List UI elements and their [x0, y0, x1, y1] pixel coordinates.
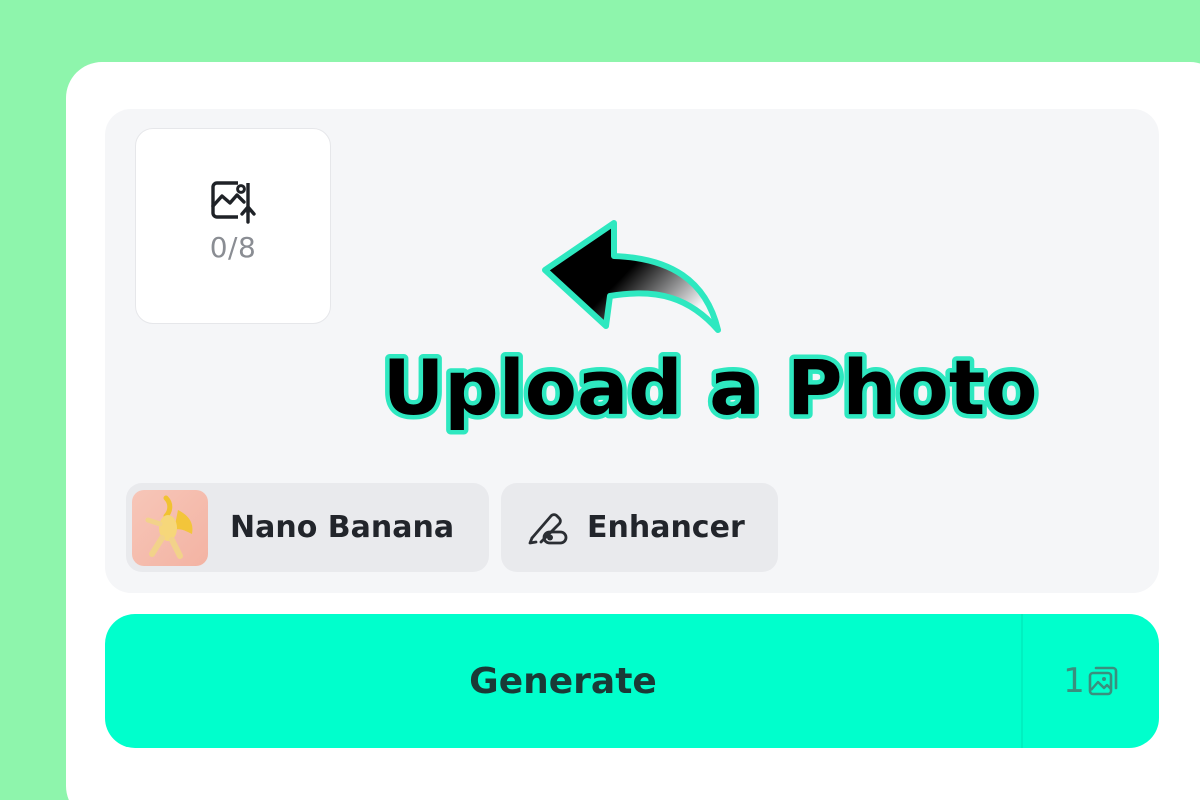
- image-upload-icon: [211, 180, 256, 224]
- image-count: 1: [1063, 661, 1085, 701]
- enhancer-icon: [528, 512, 568, 544]
- images-icon: [1088, 666, 1118, 696]
- generate-button[interactable]: Generate 1: [105, 614, 1159, 748]
- generate-main[interactable]: Generate: [105, 614, 1021, 748]
- enhancer-button[interactable]: Enhancer: [501, 483, 778, 572]
- generate-label: Generate: [469, 660, 657, 702]
- upload-count: 0/8: [209, 230, 257, 264]
- enhancer-label: Enhancer: [587, 510, 745, 545]
- model-label: Nano Banana: [230, 510, 455, 545]
- image-count-selector[interactable]: 1: [1023, 614, 1159, 748]
- upload-instruction-text: Upload a Photo: [383, 343, 1038, 432]
- model-selector-nano-banana[interactable]: Nano Banana: [126, 483, 489, 572]
- nano-banana-thumbnail: [132, 489, 208, 566]
- upload-instruction: Upload a Photo: [378, 334, 1042, 437]
- curved-arrow-icon: [542, 220, 721, 333]
- upload-photo-button[interactable]: 0/8: [135, 128, 331, 324]
